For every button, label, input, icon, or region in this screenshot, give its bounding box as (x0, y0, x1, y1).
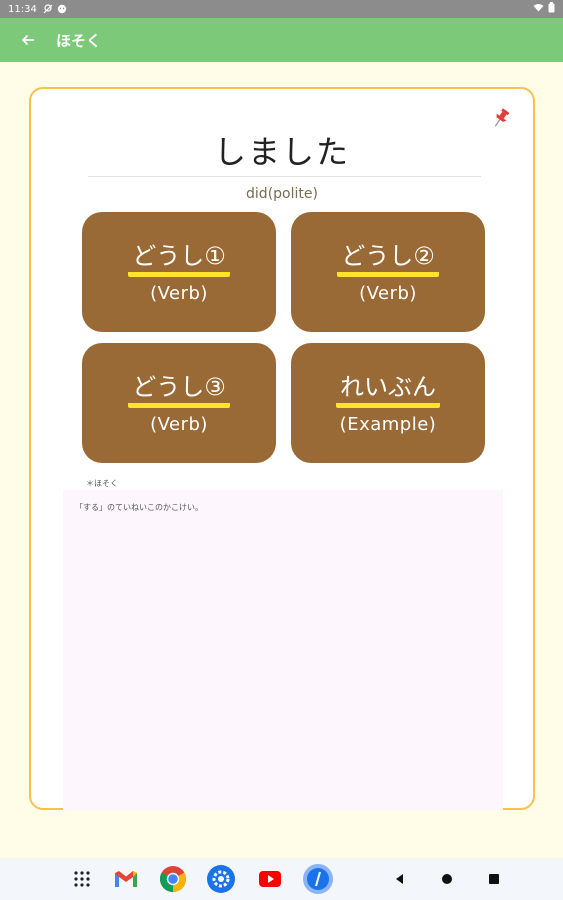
tile-label-jp: れいぶん (336, 372, 440, 408)
tile-label-en: (Verb) (150, 282, 208, 304)
face-icon (57, 4, 67, 14)
word-card: しました did(polite) どうし① (Verb) どうし② (Verb)… (29, 87, 535, 810)
tile-label-en: (Verb) (359, 282, 417, 304)
dictionary-app-icon[interactable] (302, 863, 334, 895)
note-label-text: ほそく (94, 479, 118, 488)
youtube-icon[interactable] (254, 863, 286, 895)
note-label: ＊ほそく (86, 479, 118, 488)
home-nav-icon[interactable] (431, 863, 463, 895)
pushpin-icon[interactable] (491, 107, 511, 129)
status-time: 11:34 (8, 3, 37, 15)
tile-label-en: (Example) (339, 413, 437, 435)
tile-label-jp: どうし③ (128, 372, 230, 408)
back-nav-icon[interactable] (384, 863, 416, 895)
verb-2-button[interactable]: どうし② (Verb) (291, 212, 485, 332)
app-drawer-icon[interactable] (66, 863, 98, 895)
verb-3-button[interactable]: どうし③ (Verb) (82, 343, 276, 463)
settings-icon[interactable] (205, 863, 237, 895)
wifi-icon (533, 3, 544, 15)
verb-1-button[interactable]: どうし① (Verb) (82, 212, 276, 332)
page-title: ほそく (56, 31, 102, 50)
status-bar: 11:34 (0, 0, 563, 18)
location-off-icon (43, 4, 53, 14)
tile-grid: どうし① (Verb) どうし② (Verb) どうし③ (Verb) れいぶん… (82, 212, 485, 463)
tile-label-jp: どうし② (337, 241, 439, 277)
divider (88, 176, 481, 177)
arrow-left-icon[interactable] (18, 30, 38, 50)
bottom-dock (0, 858, 563, 900)
word-title: しました (213, 133, 350, 171)
tile-label-jp: どうし① (128, 241, 230, 277)
chrome-icon[interactable] (157, 863, 189, 895)
word-meaning: did(polite) (246, 186, 318, 202)
battery-icon (548, 2, 555, 16)
gmail-icon[interactable] (110, 863, 142, 895)
note-text-area[interactable]: 「する」のていねいこのかこけい。 (63, 490, 503, 810)
app-bar: ほそく (0, 18, 563, 62)
example-button[interactable]: れいぶん (Example) (291, 343, 485, 463)
tile-label-en: (Verb) (150, 413, 208, 435)
recents-nav-icon[interactable] (478, 863, 510, 895)
